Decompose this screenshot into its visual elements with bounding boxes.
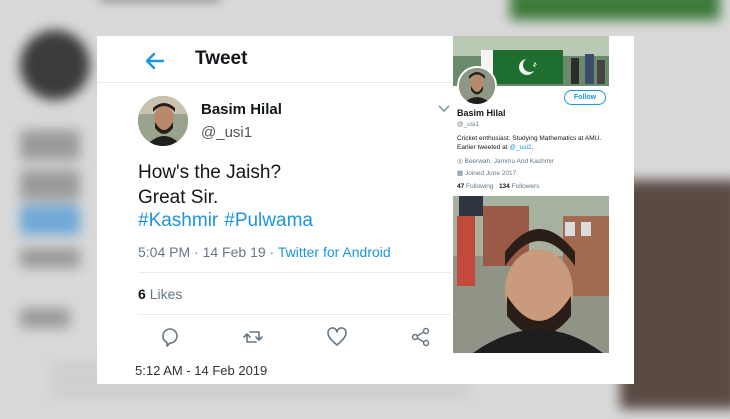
heart-icon[interactable] xyxy=(326,326,348,348)
profile-card: Follow Basim Hilal @_usi1 Cricket enthus… xyxy=(451,36,634,384)
likes-count: 6 xyxy=(138,286,146,302)
tweet-time[interactable]: 5:04 PM xyxy=(138,244,190,260)
bio-link[interactable]: @_usi2 xyxy=(509,144,531,151)
tweet-line-2: Great Sir. xyxy=(138,187,219,208)
header-divider xyxy=(97,82,451,83)
follow-button[interactable]: Follow xyxy=(564,90,606,105)
tweet-meta: 5:04 PM · 14 Feb 19 · Twitter for Androi… xyxy=(138,244,391,260)
divider xyxy=(138,272,451,273)
hashtag-pulwama[interactable]: #Pulwama xyxy=(224,210,313,231)
author-handle[interactable]: @_usi1 xyxy=(201,124,252,141)
retweet-icon[interactable] xyxy=(242,326,264,348)
location-pin-icon: ◎ xyxy=(457,158,463,165)
profile-location: ◎ Beerwah, Jammu And Kashmir xyxy=(457,157,554,165)
profile-stats: 47 Following 134 Followers xyxy=(457,183,539,190)
profile-avatar[interactable] xyxy=(457,66,497,106)
reply-icon[interactable] xyxy=(159,326,181,348)
share-icon[interactable] xyxy=(410,326,432,348)
location-text: Beerwah, Jammu And Kashmir xyxy=(464,158,554,165)
arrow-left-icon[interactable] xyxy=(144,50,166,72)
bio-end: . xyxy=(531,144,534,151)
tweet-source[interactable]: Twitter for Android xyxy=(278,244,391,260)
chevron-down-icon[interactable] xyxy=(437,104,451,114)
followers-count: 134 xyxy=(498,183,510,190)
joined-text: Joined June 2017 xyxy=(464,170,517,177)
screenshot-timestamp: 5:12 AM - 14 Feb 2019 xyxy=(135,363,268,378)
following-count: 47 xyxy=(457,183,465,190)
tweet-line-1: How's the Jaish? xyxy=(138,162,282,183)
tweet-date[interactable]: 14 Feb 19 xyxy=(203,244,266,260)
author-avatar[interactable] xyxy=(138,96,188,146)
page-title: Tweet xyxy=(195,48,248,69)
profile-handle: @_usi1 xyxy=(457,121,480,128)
hashtag-list: #Kashmir #Pulwama xyxy=(138,210,319,232)
meta-separator: · xyxy=(194,244,199,260)
tweet-card: Tweet Basim Hilal @_usi1 How's the Jaish… xyxy=(97,36,451,384)
tweet-text: How's the Jaish? Great Sir. xyxy=(138,160,281,210)
following-label: Following xyxy=(466,183,494,190)
calendar-icon: ▦ xyxy=(457,170,464,177)
profile-bio: Cricket enthusiast. Studying Mathematics… xyxy=(457,134,609,152)
followers-stat[interactable]: 134 Followers xyxy=(499,183,539,190)
profile-name: Basim Hilal xyxy=(457,108,506,118)
profile-photo xyxy=(453,196,609,353)
author-name[interactable]: Basim Hilal xyxy=(201,101,282,118)
likes-stat[interactable]: 6 Likes xyxy=(138,286,182,302)
hashtag-kashmir[interactable]: #Kashmir xyxy=(138,210,218,231)
likes-label: Likes xyxy=(149,286,183,302)
profile-joined: ▦ Joined June 2017 xyxy=(457,169,516,177)
divider xyxy=(138,314,451,315)
following-stat[interactable]: 47 Following xyxy=(457,183,494,190)
meta-separator: · xyxy=(269,244,275,260)
followers-label: Followers xyxy=(511,183,540,190)
